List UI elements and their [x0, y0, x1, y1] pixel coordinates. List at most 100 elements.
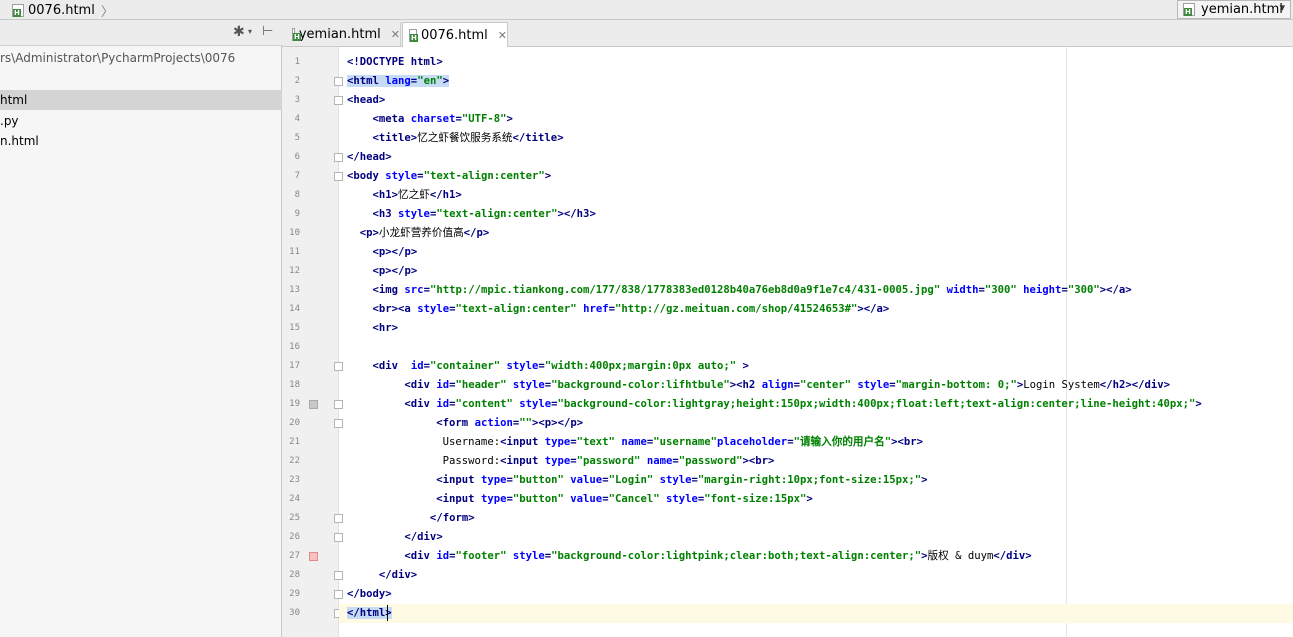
line-number: 25	[289, 513, 300, 523]
project-panel: ✱ ▾ ⊢ rs\Administrator\PycharmProjects\0…	[0, 20, 282, 637]
line-number: 10	[289, 228, 300, 238]
code-line[interactable]: <p></p>	[347, 243, 418, 262]
line-number: 12	[289, 266, 300, 276]
code-line[interactable]: <br><a style="text-align:center" href="h…	[347, 300, 890, 319]
code-line[interactable]: <meta charset="UTF-8">	[347, 110, 513, 129]
line-number: 23	[289, 475, 300, 485]
chevron-down-icon: ▾	[1279, 1, 1285, 14]
html-file-icon	[292, 28, 301, 41]
line-number: 6	[294, 152, 300, 162]
line-number: 29	[289, 589, 300, 599]
project-item[interactable]: n.html	[0, 131, 282, 151]
code-line[interactable]: <form action=""><p></p>	[347, 414, 583, 433]
line-number: 27	[289, 551, 300, 561]
line-number: 28	[289, 570, 300, 580]
tab-yemian-html[interactable]: yemian.html ✕	[286, 22, 401, 47]
line-number: 20	[289, 418, 300, 428]
gear-icon[interactable]: ✱	[233, 24, 245, 40]
line-number: 1	[294, 57, 300, 67]
line-number: 17	[289, 361, 300, 371]
code-line[interactable]: <div id="content" style="background-colo…	[347, 395, 1201, 414]
code-editor[interactable]: 1 2 3 4 5 6 7 8 9 10 11 12 13 14 15 16 17 18 19 20 21 22 23 24 2…	[282, 47, 1293, 637]
code-line[interactable]: <hr>	[347, 319, 399, 338]
code-line[interactable]: <div id="container" style="width:400px;m…	[347, 357, 749, 376]
line-number: 8	[294, 190, 300, 200]
line-number: 22	[289, 456, 300, 466]
project-item[interactable]: .py	[0, 111, 282, 131]
chevron-right-icon: 〉	[100, 5, 114, 20]
tab-0076-html[interactable]: 0076.html ✕	[402, 22, 508, 47]
code-line[interactable]: </div>	[347, 528, 442, 547]
code-line[interactable]: </head>	[347, 148, 392, 167]
close-icon[interactable]: ✕	[498, 29, 507, 42]
html-file-icon	[12, 4, 24, 17]
line-number: 30	[289, 608, 300, 618]
right-margin-guide	[1066, 47, 1067, 637]
code-line[interactable]: </body>	[347, 585, 392, 604]
code-line[interactable]: <h1>忆之虾</h1>	[347, 186, 462, 205]
fold-marker-icon[interactable]	[334, 400, 343, 409]
run-config-selector[interactable]: yemian.html ▾	[1177, 0, 1291, 19]
code-line[interactable]: <title>忆之虾餐饮服务系统</title>	[347, 129, 564, 148]
chevron-down-icon: ▾	[248, 27, 253, 36]
code-line[interactable]: Username:<input type="text" name="userna…	[347, 433, 923, 452]
code-line[interactable]: <input type="button" value="Cancel" styl…	[347, 490, 812, 509]
code-line[interactable]: </form>	[347, 509, 475, 528]
code-line[interactable]: <div id="header" style="background-color…	[347, 376, 1170, 395]
project-toolbar: ✱ ▾ ⊢	[0, 20, 282, 46]
code-line[interactable]: </div>	[347, 566, 417, 585]
code-line[interactable]: <p>小龙虾营养价值高</p>	[347, 224, 489, 243]
code-line[interactable]: <img src="http://mpic.tiankong.com/177/8…	[347, 281, 1132, 300]
breadcrumb-file[interactable]: 0076.html 〉	[12, 1, 114, 20]
fold-marker-icon[interactable]	[334, 77, 343, 86]
line-number: 21	[289, 437, 300, 447]
code-line[interactable]: <head>	[347, 91, 385, 110]
navigation-bar: 0076.html 〉 yemian.html ▾	[0, 0, 1293, 20]
project-item[interactable]: html	[0, 90, 282, 110]
fold-marker-icon[interactable]	[334, 153, 343, 162]
editor-gutter[interactable]: 1 2 3 4 5 6 7 8 9 10 11 12 13 14 15 16 17 18 19 20 21 22 23 24 2…	[282, 47, 343, 637]
code-line[interactable]: <body style="text-align:center">	[347, 167, 551, 186]
fold-marker-icon[interactable]	[334, 172, 343, 181]
editor-tab-bar: yemian.html ✕ 0076.html ✕	[282, 20, 1293, 47]
breakpoint-icon[interactable]	[309, 552, 318, 561]
fold-marker-icon[interactable]	[334, 590, 343, 599]
project-root-path[interactable]: rs\Administrator\PycharmProjects\0076	[0, 51, 235, 65]
code-line[interactable]: Password:<input type="password" name="pa…	[347, 452, 775, 471]
line-number: 18	[289, 380, 300, 390]
code-line[interactable]: <!DOCTYPE html>	[347, 53, 443, 72]
fold-marker-icon[interactable]	[334, 362, 343, 371]
fold-marker-icon[interactable]	[334, 533, 343, 542]
run-config-label: yemian.html	[1201, 2, 1283, 17]
code-line[interactable]: <h3 style="text-align:center"></h3>	[347, 205, 596, 224]
fold-marker-icon[interactable]	[334, 419, 343, 428]
line-number: 24	[289, 494, 300, 504]
line-number: 3	[294, 95, 300, 105]
text-cursor	[387, 605, 388, 621]
code-line[interactable]: <html lang="en">	[347, 72, 450, 91]
line-number: 11	[289, 247, 300, 257]
close-icon[interactable]: ✕	[391, 28, 400, 41]
line-number: 13	[289, 285, 300, 295]
line-number: 2	[294, 76, 300, 86]
hide-panel-icon[interactable]: ⊢	[262, 24, 273, 39]
line-number: 5	[294, 133, 300, 143]
line-number: 4	[294, 114, 300, 124]
fold-marker-icon[interactable]	[334, 514, 343, 523]
tab-label: 0076.html	[420, 27, 488, 43]
line-number: 16	[289, 342, 300, 352]
code-line[interactable]: </html>	[347, 604, 392, 623]
current-line-highlight	[339, 604, 1293, 623]
breadcrumb-file-label: 0076.html	[28, 3, 95, 18]
breakpoint-icon[interactable]	[309, 400, 318, 409]
code-line[interactable]: <div id="footer" style="background-color…	[347, 547, 1031, 566]
code-line[interactable]: <p></p>	[347, 262, 418, 281]
html-file-icon	[1183, 3, 1195, 16]
line-number: 14	[289, 304, 300, 314]
line-number: 26	[289, 532, 300, 542]
line-number: 7	[294, 171, 300, 181]
code-line[interactable]: <input type="button" value="Login" style…	[347, 471, 927, 490]
fold-marker-icon[interactable]	[334, 571, 343, 580]
fold-marker-icon[interactable]	[334, 96, 343, 105]
line-number: 15	[289, 323, 300, 333]
